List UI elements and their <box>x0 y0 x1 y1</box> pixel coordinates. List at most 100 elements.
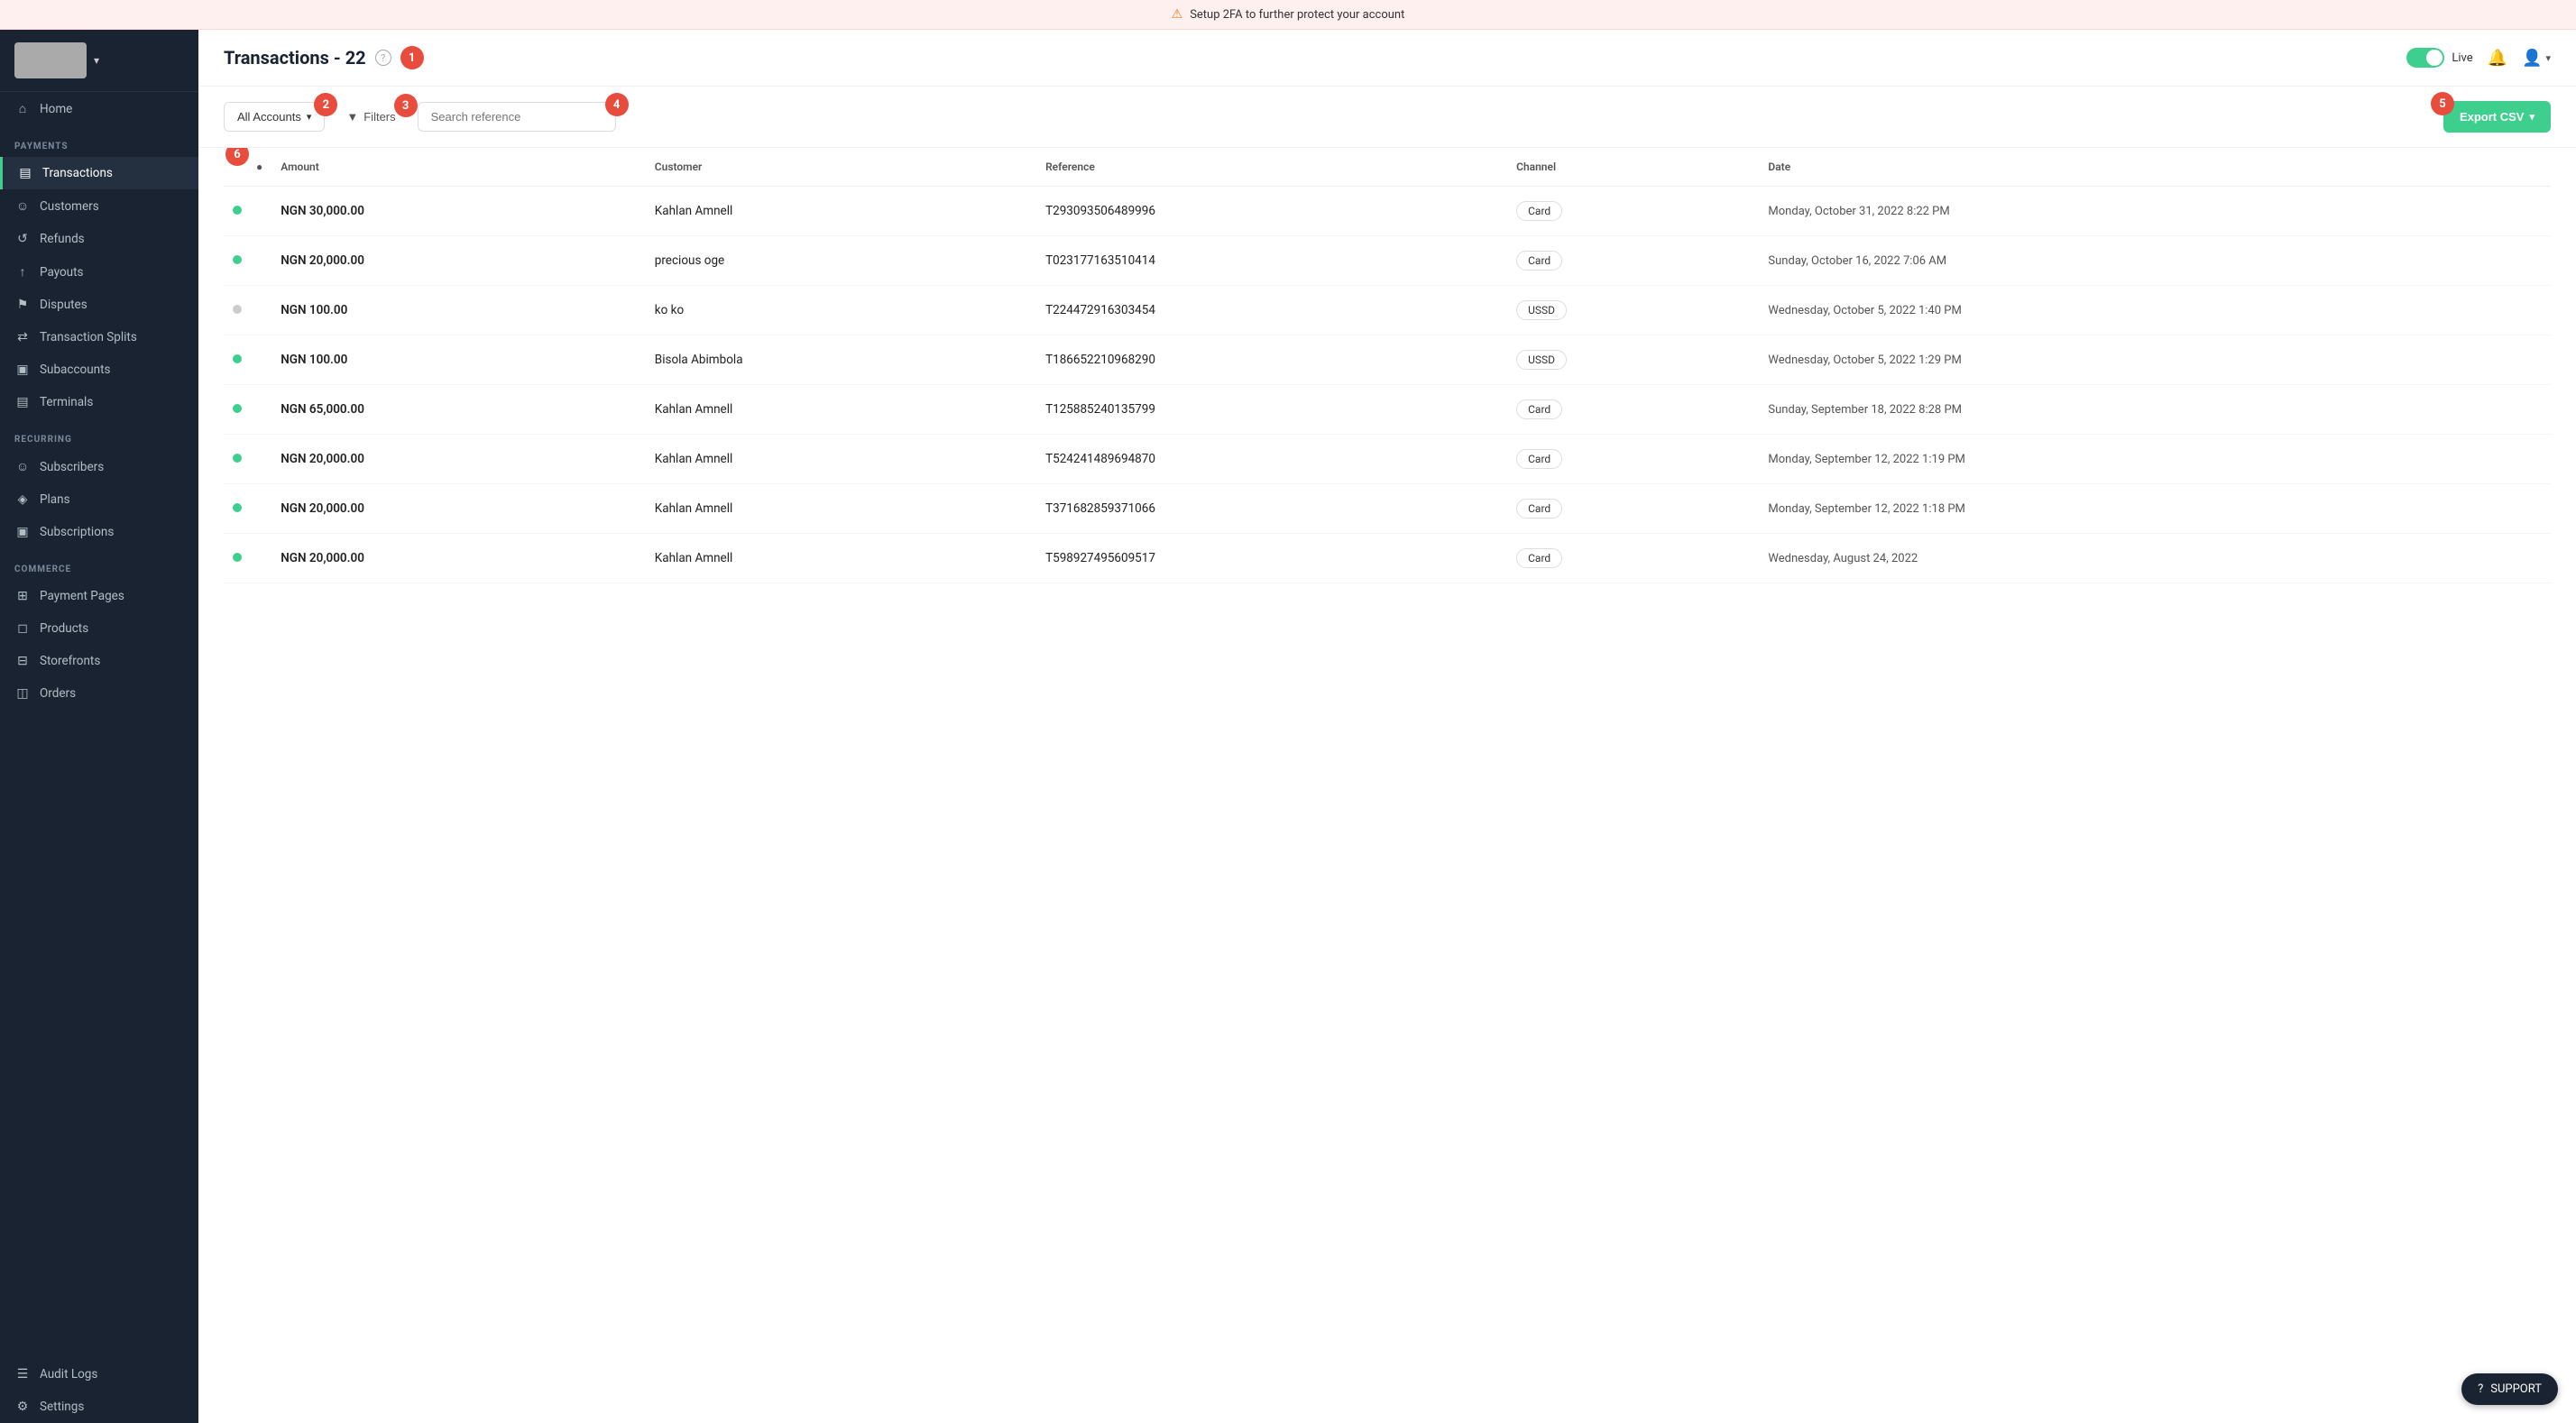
sidebar-item-disputes[interactable]: ⚑ Disputes <box>0 289 198 321</box>
row-status <box>224 286 271 335</box>
row-amount: NGN 20,000.00 <box>271 435 646 484</box>
toggle-switch[interactable] <box>2406 48 2444 68</box>
search-input[interactable] <box>418 102 616 132</box>
table-row[interactable]: NGN 20,000.00 Kahlan Amnell T37168285937… <box>224 484 2551 534</box>
row-reference: T125885240135799 <box>1036 385 1507 435</box>
sidebar-item-subscriptions[interactable]: ▣ Subscriptions <box>0 516 198 548</box>
payment-pages-icon: ⊞ <box>14 589 31 603</box>
sidebar-item-products[interactable]: ◻ Products <box>0 612 198 645</box>
sidebar-item-label: Subscribers <box>40 460 104 474</box>
transactions-icon: ▤ <box>17 166 33 180</box>
transactions-table-container: 6 ● Amount Customer Reference Channel Da… <box>198 148 2576 1423</box>
live-toggle[interactable]: Live <box>2406 48 2472 68</box>
row-reference: T224472916303454 <box>1036 286 1507 335</box>
channel-badge: Card <box>1516 251 1562 271</box>
sidebar-item-payouts[interactable]: ↑ Payouts <box>0 255 198 289</box>
col-select: 6 ● <box>224 148 271 187</box>
subscriptions-icon: ▣ <box>14 525 31 539</box>
table-row[interactable]: NGN 100.00 Bisola Abimbola T186652210968… <box>224 335 2551 385</box>
row-customer: Kahlan Amnell <box>646 484 1036 534</box>
notification-icon[interactable]: 🔔 <box>2488 49 2507 68</box>
channel-badge: USSD <box>1516 300 1567 320</box>
logo <box>14 42 87 78</box>
sidebar-item-label: Refunds <box>40 232 85 246</box>
row-amount: NGN 20,000.00 <box>271 236 646 286</box>
row-reference: T524241489694870 <box>1036 435 1507 484</box>
sidebar-item-transaction-splits[interactable]: ⇄ Transaction Splits <box>0 321 198 353</box>
channel-badge: Card <box>1516 201 1562 221</box>
row-amount: NGN 65,000.00 <box>271 385 646 435</box>
export-csv-button[interactable]: Export CSV ▾ <box>2443 101 2551 133</box>
help-icon[interactable]: ? <box>375 50 391 66</box>
user-menu[interactable]: 👤 ▾ <box>2522 49 2551 68</box>
sidebar-item-plans[interactable]: ◈ Plans <box>0 483 198 516</box>
sidebar-item-label: Orders <box>40 686 76 701</box>
subaccounts-icon: ▣ <box>14 363 31 377</box>
filters-label: Filters <box>363 110 395 124</box>
col-date: Date <box>1759 148 2551 187</box>
row-date: Wednesday, October 5, 2022 1:29 PM <box>1759 335 2551 385</box>
channel-badge: Card <box>1516 499 1562 519</box>
header-right: Live 🔔 👤 ▾ <box>2406 48 2551 68</box>
sidebar-item-customers[interactable]: ☺ Customers <box>0 189 198 223</box>
table-row[interactable]: NGN 65,000.00 Kahlan Amnell T12588524013… <box>224 385 2551 435</box>
transactions-table: 6 ● Amount Customer Reference Channel Da… <box>224 148 2551 583</box>
row-reference: T186652210968290 <box>1036 335 1507 385</box>
sidebar-item-orders[interactable]: ◫ Orders <box>0 677 198 710</box>
sidebar-item-home[interactable]: ⌂ Home <box>0 92 198 125</box>
status-dot <box>233 354 242 363</box>
accounts-label: All Accounts <box>237 110 301 124</box>
sidebar-logo[interactable]: ▾ <box>0 30 198 92</box>
support-button[interactable]: ? SUPPORT <box>2461 1373 2558 1405</box>
table-row[interactable]: NGN 100.00 ko ko T224472916303454 USSD W… <box>224 286 2551 335</box>
callout-badge-5: 5 <box>2431 92 2454 115</box>
commerce-section-label: COMMERCE <box>0 548 198 580</box>
support-label: SUPPORT <box>2490 1382 2542 1396</box>
table-row[interactable]: NGN 30,000.00 Kahlan Amnell T29309350648… <box>224 187 2551 236</box>
sidebar: ▾ ⌂ Home PAYMENTS ▤ Transactions ☺ Custo… <box>0 30 198 1423</box>
channel-badge: USSD <box>1516 350 1567 370</box>
row-reference: T598927495609517 <box>1036 534 1507 583</box>
row-amount: NGN 30,000.00 <box>271 187 646 236</box>
disputes-icon: ⚑ <box>14 298 31 312</box>
col-amount: Amount <box>271 148 646 187</box>
sidebar-item-subscribers[interactable]: ☺ Subscribers <box>0 450 198 483</box>
all-accounts-button[interactable]: All Accounts ▾ <box>224 102 325 132</box>
sidebar-item-terminals[interactable]: ▤ Terminals <box>0 386 198 418</box>
sidebar-item-label: Disputes <box>40 298 87 312</box>
sidebar-item-transactions[interactable]: ▤ Transactions <box>0 157 198 189</box>
row-status <box>224 435 271 484</box>
export-chevron-icon: ▾ <box>2529 111 2535 123</box>
table-row[interactable]: NGN 20,000.00 Kahlan Amnell T59892749560… <box>224 534 2551 583</box>
callout-badge-6: 6 <box>225 148 249 166</box>
callout-badge-1: 1 <box>400 46 424 69</box>
user-chevron-icon: ▾ <box>2545 52 2551 64</box>
row-status <box>224 534 271 583</box>
refunds-icon: ↺ <box>14 232 31 246</box>
sidebar-item-label: Audit Logs <box>40 1367 97 1382</box>
table-row[interactable]: NGN 20,000.00 Kahlan Amnell T52424148969… <box>224 435 2551 484</box>
status-dot <box>233 553 242 562</box>
status-dot <box>233 255 242 264</box>
row-amount: NGN 100.00 <box>271 335 646 385</box>
terminals-icon: ▤ <box>14 395 31 409</box>
channel-badge: Card <box>1516 449 1562 469</box>
sidebar-item-subaccounts[interactable]: ▣ Subaccounts <box>0 353 198 386</box>
sidebar-item-storefronts[interactable]: ⊟ Storefronts <box>0 645 198 677</box>
row-channel: USSD <box>1507 286 1759 335</box>
row-status <box>224 236 271 286</box>
sidebar-item-label: Transaction Splits <box>40 330 137 344</box>
row-date: Sunday, September 18, 2022 8:28 PM <box>1759 385 2551 435</box>
row-status <box>224 484 271 534</box>
splits-icon: ⇄ <box>14 330 31 344</box>
row-status <box>224 385 271 435</box>
table-row[interactable]: NGN 20,000.00 precious oge T023177163510… <box>224 236 2551 286</box>
sidebar-item-label: Products <box>40 621 88 636</box>
toolbar: All Accounts ▾ 2 ▼ Filters 3 4 Export <box>198 87 2576 148</box>
sidebar-item-audit-logs[interactable]: ☰ Audit Logs <box>0 1358 198 1391</box>
sidebar-item-settings[interactable]: ⚙ Settings <box>0 1391 198 1423</box>
page-title: Transactions - 22 <box>224 47 366 69</box>
sidebar-item-payment-pages[interactable]: ⊞ Payment Pages <box>0 580 198 612</box>
sidebar-item-refunds[interactable]: ↺ Refunds <box>0 223 198 255</box>
row-channel: Card <box>1507 187 1759 236</box>
